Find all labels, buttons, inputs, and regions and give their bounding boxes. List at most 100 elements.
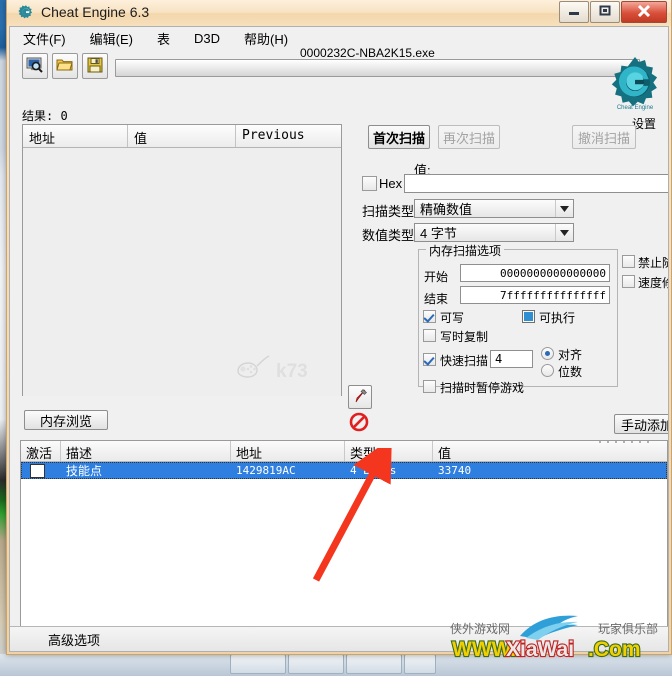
speedhack-label: 速度修改 [638, 276, 668, 290]
scan-col-address[interactable]: 地址 [23, 125, 128, 147]
scan-result-count: 结果: 0 [22, 109, 68, 123]
taskbar-item-1[interactable] [230, 654, 286, 674]
scan-type-value: 精确数值 [420, 202, 473, 217]
taskbar-item-4[interactable] [404, 654, 436, 674]
scan-type-label: 扫描类型 [362, 204, 415, 219]
no-randomization-checkbox[interactable] [622, 255, 635, 268]
table-splitter-grip[interactable] [596, 434, 652, 443]
add-address-manually-button[interactable]: 手动添加地址 [614, 414, 668, 434]
cheat-engine-logo[interactable]: Cheat Engine [604, 55, 666, 117]
speedhack-checkbox[interactable] [622, 275, 635, 288]
chevron-down-icon [555, 200, 573, 217]
taskbar-item-2[interactable] [288, 654, 344, 674]
addr-col-active[interactable]: 激活 [21, 441, 61, 461]
minimize-button[interactable] [559, 1, 589, 23]
addr-col-description[interactable]: 描述 [61, 441, 231, 461]
menu-edit[interactable]: 编辑(E) [87, 27, 136, 50]
value-type-value: 4 字节 [420, 226, 457, 241]
open-file-button[interactable] [52, 53, 78, 79]
menu-help[interactable]: 帮助(H) [241, 27, 291, 50]
save-file-button[interactable] [82, 53, 108, 79]
close-icon [637, 4, 651, 20]
stop-label: 结束 [424, 292, 449, 306]
fast-scan-checkbox[interactable] [423, 353, 436, 366]
address-table-header: 激活 描述 地址 类型 值 [21, 441, 667, 462]
process-progress-bar [115, 59, 640, 77]
xiawai-watermark: 侠外游戏网 玩家俱乐部 WWW. XiaWai .Com [448, 615, 662, 662]
save-floppy-icon [87, 57, 103, 76]
table-row[interactable]: 技能点 1429819AC 4 Bytes 33740 [21, 462, 667, 479]
window-controls[interactable] [559, 1, 667, 23]
cheat-engine-window: Cheat Engine 6.3 文件(F) 编辑(E) 表 D3D 帮助(H)… [6, 0, 672, 655]
svg-text:.Com: .Com [588, 638, 641, 661]
hex-checkbox[interactable] [362, 176, 377, 191]
scan-value-input[interactable] [404, 174, 668, 193]
scan-type-select[interactable]: 精确数值 [414, 199, 574, 218]
memory-view-button[interactable]: 内存浏览 [24, 410, 108, 430]
scan-results-header: 地址 值 Previous [23, 125, 341, 148]
svg-text:k73: k73 [276, 361, 308, 382]
maximize-icon [599, 5, 611, 19]
executable-checkbox[interactable] [522, 310, 535, 323]
svg-text:Cheat Engine: Cheat Engine [617, 105, 654, 111]
writable-checkbox[interactable] [423, 310, 436, 323]
maximize-button[interactable] [590, 1, 620, 23]
taskbar-item-3[interactable] [346, 654, 402, 674]
last-digits-label: 位数 [558, 365, 583, 379]
scan-col-value[interactable]: 值 [128, 125, 236, 147]
menu-d3d[interactable]: D3D [191, 29, 223, 48]
pause-game-label: 扫描时暂停游戏 [440, 381, 525, 395]
addr-col-address[interactable]: 地址 [231, 441, 345, 461]
alignment-label: 对齐 [558, 348, 583, 362]
row-address-cell[interactable]: 1429819AC [231, 464, 345, 477]
red-arrow-pointer-icon [352, 388, 368, 407]
value-type-select[interactable]: 4 字节 [414, 223, 574, 242]
row-value-cell[interactable]: 33740 [433, 464, 667, 477]
pointer-tool-button[interactable] [348, 385, 372, 409]
row-type-cell[interactable]: 4 Bytes [345, 464, 433, 477]
row-description-cell[interactable]: 技能点 [61, 462, 231, 479]
start-address-input[interactable]: 0000000000000000 [460, 264, 610, 282]
copy-on-write-checkbox[interactable] [423, 329, 436, 342]
addr-col-type[interactable]: 类型 [345, 441, 433, 461]
executable-label: 可执行 [539, 311, 576, 325]
svg-text:XiaWai: XiaWai [506, 638, 574, 661]
cheat-engine-icon [17, 4, 35, 22]
advanced-options-label[interactable]: 高级选项 [10, 630, 100, 649]
next-scan-button: 再次扫描 [438, 125, 500, 149]
writable-label: 可写 [440, 311, 465, 325]
menu-table[interactable]: 表 [154, 27, 173, 50]
open-folder-icon [56, 57, 74, 75]
window-title: Cheat Engine 6.3 [41, 4, 150, 20]
fast-scan-value-input[interactable]: 4 [490, 350, 533, 368]
title-bar[interactable]: Cheat Engine 6.3 [7, 0, 671, 26]
last-digits-radio[interactable] [541, 364, 554, 377]
row-active-cell[interactable] [21, 463, 61, 478]
xiawai-url-text: WWW. XiaWai .Com [451, 637, 642, 662]
stop-scan-button[interactable] [348, 412, 370, 434]
scan-col-previous[interactable]: Previous [236, 125, 341, 147]
value-type-label: 数值类型 [362, 228, 415, 243]
undo-scan-button: 撤消扫描 [572, 125, 636, 149]
stop-address-input[interactable]: 7fffffffffffffff [460, 286, 610, 304]
window-client-area: 文件(F) 编辑(E) 表 D3D 帮助(H) 0000232C-NBA2K15… [9, 26, 669, 652]
k73-watermark: k73 [232, 353, 348, 387]
fast-scan-label: 快速扫描 [440, 354, 489, 368]
close-button[interactable] [621, 1, 667, 23]
no-randomization-label: 禁止随机 [638, 256, 668, 270]
minimize-icon [568, 5, 580, 19]
process-select-button[interactable] [22, 53, 48, 79]
first-scan-button[interactable]: 首次扫描 [368, 125, 430, 149]
red-stop-icon [349, 412, 369, 435]
pause-game-checkbox[interactable] [423, 380, 436, 393]
copy-on-write-label: 写时复制 [440, 330, 489, 344]
start-label: 开始 [424, 270, 449, 284]
toolbar: 0000232C-NBA2K15.exe [10, 46, 668, 83]
hex-label: Hex [379, 176, 403, 191]
menu-file[interactable]: 文件(F) [20, 27, 69, 50]
watermark-site-left: 侠外游戏网 [450, 622, 511, 636]
memory-scan-options-title: 内存扫描选项 [426, 242, 505, 259]
attached-process-name: 0000232C-NBA2K15.exe [300, 46, 435, 60]
row-active-checkbox[interactable] [30, 463, 45, 478]
alignment-radio[interactable] [541, 347, 554, 360]
